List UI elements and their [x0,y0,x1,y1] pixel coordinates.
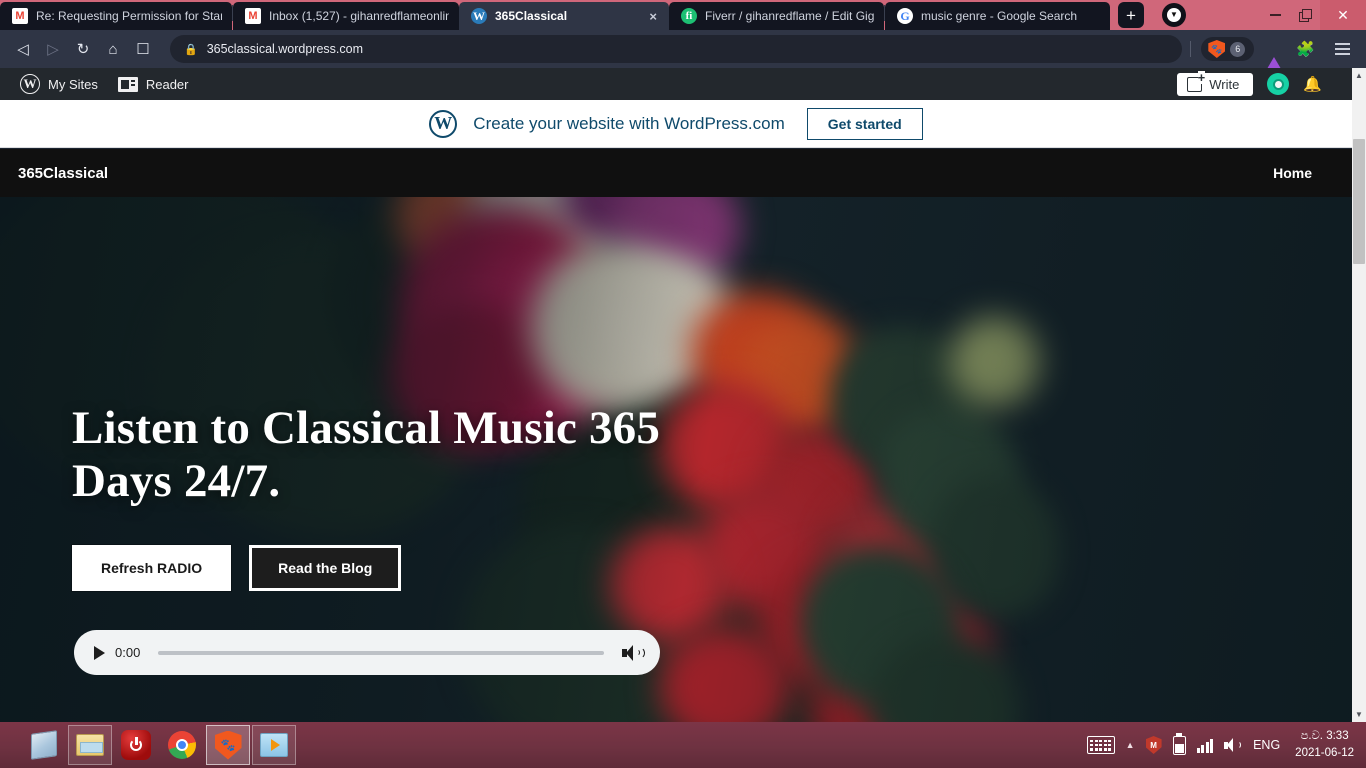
scroll-down-arrow[interactable]: ▼ [1355,707,1363,722]
read-the-blog-button[interactable]: Read the Blog [249,545,402,592]
refresh-radio-button[interactable]: Refresh RADIO [72,545,232,592]
keyboard-icon[interactable] [1086,736,1115,754]
volume-icon[interactable] [1224,737,1242,753]
toolbar-right-actions: 🐾 6 🧩 [1190,37,1358,74]
taskbar-launchers: 🐾 [0,725,296,765]
tab-title: Fiverr / gihanredflame / Edit Gig [705,9,874,23]
reload-button[interactable]: ↻ [68,34,98,64]
power-icon[interactable] [114,725,158,765]
wordpress-icon: W [471,8,487,24]
browser-titlebar: M Re: Requesting Permission for Start E … [0,0,1366,30]
volume-icon[interactable] [622,644,645,661]
wordpress-logo-icon: W [20,74,40,94]
page-scrollbar[interactable]: ▲ ▼ [1352,68,1366,722]
fiverr-icon: fi [681,8,697,24]
play-icon[interactable] [94,645,105,660]
audio-progress-slider[interactable] [158,650,604,655]
admin-bar-right: Write 🔔 [1177,70,1342,96]
restore-button[interactable] [1290,0,1320,30]
hero-buttons: Refresh RADIO Read the Blog [72,545,712,592]
my-sites-label: My Sites [48,76,98,92]
brave-profile-button[interactable]: ▼ [1162,3,1186,27]
google-icon: G [897,8,913,24]
brave-shields-button[interactable]: 🐾 6 [1201,37,1255,61]
brave-icon[interactable]: 🐾 [206,725,250,765]
hero-heading: Listen to Classical Music 365 Days 24/7. [72,402,661,507]
tab-strip: M Re: Requesting Permission for Start E … [0,0,1110,30]
antivirus-shield-icon[interactable]: M [1145,736,1162,754]
desktop-screen: M Re: Requesting Permission for Start E … [0,0,1366,768]
reader-label: Reader [145,76,189,92]
url-text: 365classical.wordpress.com [206,42,364,56]
puzzle-icon[interactable]: 🧩 [1288,40,1323,58]
hamburger-menu-icon[interactable] [1327,43,1358,55]
close-icon[interactable]: × [647,10,659,23]
browser-tab-2[interactable]: M Inbox (1,527) - gihanredflameonline( [233,2,459,30]
tab-title: 365Classical [495,9,568,23]
hero-content: Listen to Classical Music 365 Days 24/7.… [72,402,712,592]
lock-icon: 🔒 [184,43,198,56]
minimize-button[interactable] [1260,0,1290,30]
chrome-icon[interactable] [160,725,204,765]
scrollbar-thumb[interactable] [1353,139,1365,264]
browser-toolbar: ◁ ▷ ↻ ⌂ ☐ 🔒 365classical.wordpress.com 🐾… [0,30,1366,74]
address-bar[interactable]: 🔒 365classical.wordpress.com [170,35,1183,63]
show-hidden-icons-chevron[interactable]: ▲ [1126,740,1135,750]
file-manager-icon[interactable] [68,725,112,765]
notepad-icon[interactable] [22,725,66,765]
admin-bar-my-sites[interactable]: W My Sites [10,74,108,94]
write-label: Write [1209,76,1240,92]
gmail-icon: M [245,8,261,24]
scrollbar-track[interactable] [1352,83,1366,707]
audio-player[interactable]: 0:00 [74,630,660,675]
wordpress-promo-banner: W Create your website with WordPress.com… [0,100,1352,148]
clock-date: 2021-06-12 [1295,747,1354,759]
language-indicator[interactable]: ENG [1253,738,1280,752]
gmail-icon: M [12,8,28,24]
media-player-icon[interactable] [252,725,296,765]
browser-tab-1[interactable]: M Re: Requesting Permission for Start E [0,2,232,30]
close-window-button[interactable]: ✕ [1320,0,1366,30]
new-tab-button[interactable]: + [1118,2,1144,28]
avatar[interactable] [1267,73,1290,95]
back-button[interactable]: ◁ [8,34,38,64]
system-tray: ▲ M ENG ප.ව. 3:33 2021-06-12 [1086,728,1366,761]
site-title[interactable]: 365Classical [18,165,108,182]
forward-button[interactable]: ▷ [38,34,68,64]
browser-tab-4[interactable]: fi Fiverr / gihanredflame / Edit Gig [669,2,884,30]
tab-title: music genre - Google Search [921,9,1078,23]
scroll-up-arrow[interactable]: ▲ [1355,68,1363,83]
browser-tab-active-365classical[interactable]: W 365Classical × [459,2,669,30]
home-button[interactable]: ⌂ [98,34,128,64]
battery-icon[interactable] [1172,732,1186,755]
chevron-down-icon: ▼ [1167,8,1181,22]
hero-section: Listen to Classical Music 365 Days 24/7.… [0,197,1352,722]
tab-title: Inbox (1,527) - gihanredflameonline( [269,9,449,23]
browser-tab-5[interactable]: G music genre - Google Search [885,2,1110,30]
wordpress-admin-bar: W My Sites Reader Write 🔔 [0,68,1352,100]
bookmark-button[interactable]: ☐ [128,34,158,64]
brave-rewards-button[interactable] [1264,40,1285,74]
reader-icon [117,76,138,92]
tab-title: Re: Requesting Permission for Start E [36,9,222,23]
window-controls: ✕ [1260,0,1366,30]
wordpress-logo-icon: W [429,109,458,138]
bell-icon[interactable]: 🔔 [1303,75,1322,93]
clock-time: ප.ව. 3:33 [1300,730,1349,743]
write-button[interactable]: Write [1177,70,1254,96]
get-started-button[interactable]: Get started [806,107,923,140]
new-post-icon [1187,70,1206,92]
shield-block-count: 6 [1230,41,1246,57]
clock[interactable]: ප.ව. 3:33 2021-06-12 [1291,728,1354,761]
nav-item-home[interactable]: Home [1273,165,1334,181]
audio-current-time: 0:00 [115,645,141,660]
admin-bar-reader[interactable]: Reader [108,76,199,92]
brave-shield-icon: 🐾 [1208,40,1226,58]
os-taskbar: 🐾 ▲ M ENG ප.ව. 3:33 2021-06-12 [0,722,1366,768]
promo-text: Create your website with WordPress.com [473,113,785,133]
toolbar-divider [1190,41,1192,57]
signal-icon[interactable] [1196,738,1214,753]
site-header: 365Classical Home [0,149,1352,197]
